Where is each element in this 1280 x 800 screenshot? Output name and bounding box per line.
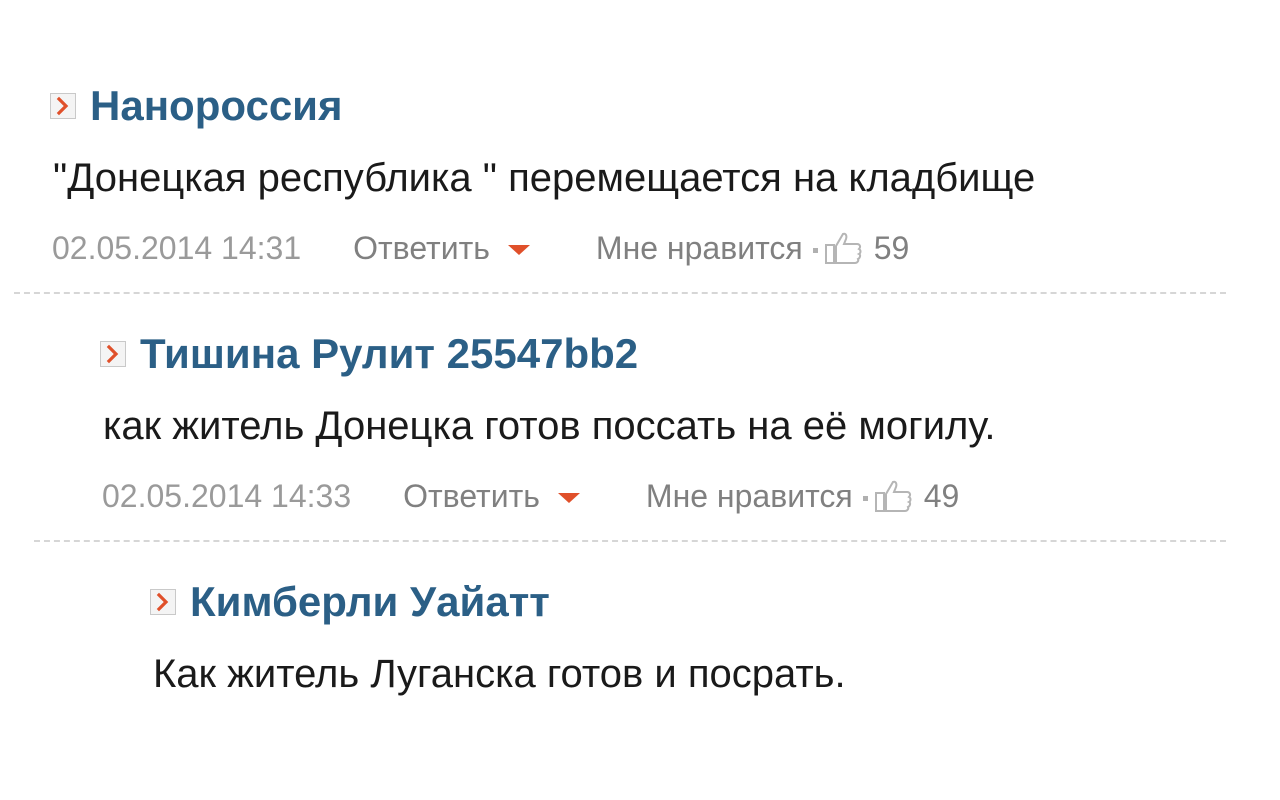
caret-down-icon bbox=[507, 245, 530, 255]
like-label: Мне нравится bbox=[595, 229, 803, 266]
reply-button[interactable]: Ответить bbox=[353, 230, 530, 267]
comment-text: "Донецкая республика " перемещается на к… bbox=[53, 156, 1036, 200]
comment-item: Тишина Рулит 25547bb2 как житель Донецка… bbox=[100, 326, 995, 518]
reply-button[interactable]: Ответить bbox=[403, 478, 580, 515]
comment-date: 02.05.2014 14:31 bbox=[52, 229, 302, 266]
comment-item: Нанороссия "Донецкая республика " переме… bbox=[50, 78, 1035, 270]
like-button[interactable]: Мне нравится 49 bbox=[646, 478, 959, 515]
comment-header: Кимберли Уайатт bbox=[150, 574, 846, 630]
chevron-right-icon bbox=[100, 341, 126, 367]
like-button[interactable]: Мне нравится 59 bbox=[596, 230, 909, 267]
reply-label: Ответить bbox=[353, 229, 490, 266]
separator-dot bbox=[812, 247, 818, 253]
comment-date: 02.05.2014 14:33 bbox=[102, 477, 352, 514]
comment-item: Кимберли Уайатт Как житель Луганска гото… bbox=[150, 574, 846, 700]
caret-down-icon bbox=[557, 493, 580, 503]
comment-text: Как житель Луганска готов и посрать. bbox=[153, 652, 846, 696]
author-link[interactable]: Тишина Рулит 25547bb2 bbox=[140, 326, 638, 382]
separator-dot bbox=[862, 495, 868, 501]
like-count: 49 bbox=[923, 477, 960, 514]
comment-meta: 02.05.2014 14:33 Ответить Мне нравится 4… bbox=[102, 474, 995, 518]
chevron-right-icon bbox=[150, 589, 176, 615]
reply-label: Ответить bbox=[403, 477, 540, 514]
thumbs-up-icon bbox=[874, 479, 914, 513]
like-count: 59 bbox=[873, 229, 910, 266]
comment-text: как житель Донецка готов поссать на её м… bbox=[103, 404, 996, 448]
comment-thread: Нанороссия "Донецкая республика " переме… bbox=[0, 0, 1280, 800]
author-link[interactable]: Кимберли Уайатт bbox=[190, 574, 550, 630]
comment-meta: 02.05.2014 14:31 Ответить Мне нравится 5… bbox=[52, 226, 1035, 270]
like-label: Мне нравится bbox=[645, 477, 853, 514]
divider bbox=[14, 292, 1226, 294]
thumbs-up-icon bbox=[824, 231, 864, 265]
chevron-right-icon bbox=[50, 93, 76, 119]
comment-header: Тишина Рулит 25547bb2 bbox=[100, 326, 995, 382]
divider bbox=[34, 540, 1226, 542]
comment-header: Нанороссия bbox=[50, 78, 1035, 134]
author-link[interactable]: Нанороссия bbox=[90, 78, 343, 134]
